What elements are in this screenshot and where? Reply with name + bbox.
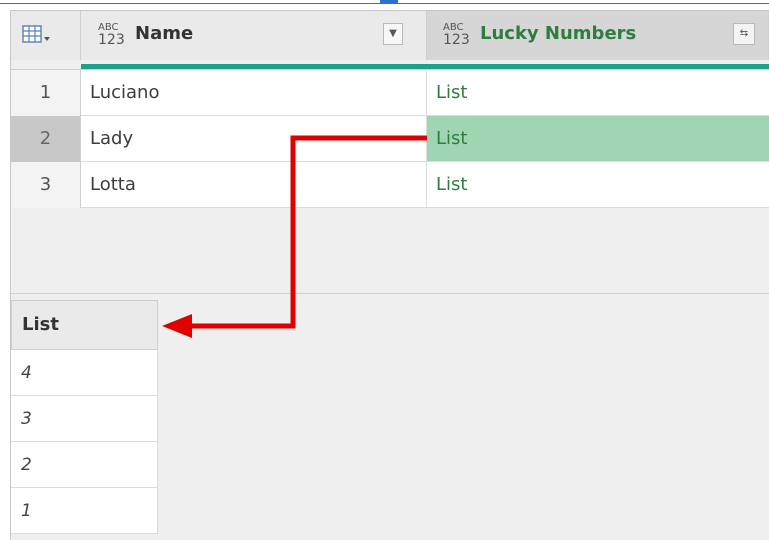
annotation-arrow	[162, 135, 427, 338]
